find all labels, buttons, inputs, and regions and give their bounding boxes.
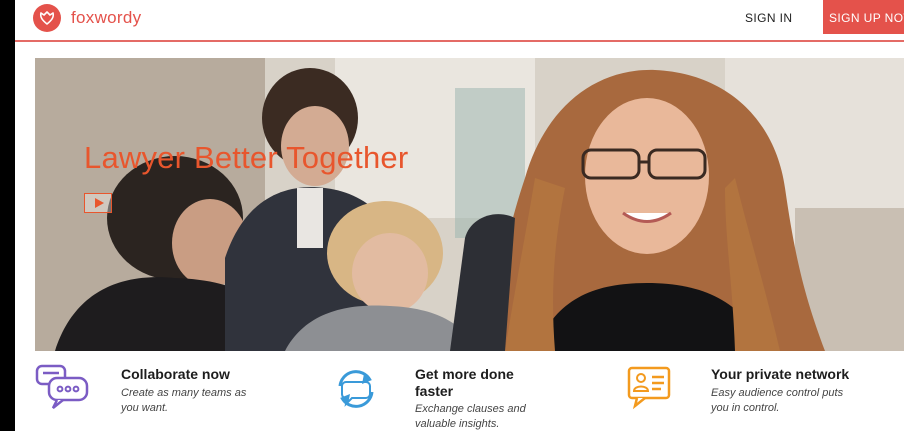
feature-title-line: faster (415, 383, 454, 399)
feature-desc-line: Easy audience control puts (711, 387, 844, 399)
sign-in-link[interactable]: SIGN IN (745, 11, 792, 25)
feature-title-line: Get more done (415, 366, 514, 382)
foxwordy-logo[interactable]: foxwordy (33, 4, 141, 32)
logo-text: foxwordy (71, 8, 142, 27)
feature-title: Your private network (711, 366, 850, 382)
feature-desc-line: you want. (121, 402, 169, 414)
feature-description: Exchange clauses and valuable insights. (415, 402, 526, 431)
feature-desc-line: Exchange clauses and (415, 403, 526, 415)
play-video-button[interactable] (84, 193, 112, 213)
feature-private-network: Your private network Easy audience contr… (627, 362, 897, 431)
hero-title: Lawyer Better Together (84, 140, 409, 175)
feature-title: Collaborate now (121, 366, 230, 382)
feature-collaborate: Collaborate now Create as many teams as … (35, 362, 295, 431)
contact-card-icon (627, 366, 671, 410)
play-icon (94, 198, 104, 208)
feature-title: Get more done faster (415, 366, 514, 400)
feature-description: Easy audience control puts you in contro… (711, 386, 843, 416)
feature-desc-line: valuable insights. (415, 418, 500, 430)
feature-desc-line: you in control. (711, 402, 780, 414)
page-frame: foxwordy SIGN IN SIGN UP NOW (15, 0, 904, 431)
hero-photo (35, 58, 904, 351)
top-navbar: foxwordy SIGN IN SIGN UP NOW (15, 0, 904, 42)
sign-up-button[interactable]: SIGN UP NOW (823, 0, 904, 34)
feature-get-more-done: Get more done faster Exchange clauses an… (328, 362, 598, 431)
chat-bubbles-icon (35, 364, 89, 409)
feature-description: Create as many teams as you want. (121, 386, 246, 416)
fox-logo-icon (33, 4, 61, 32)
refresh-arrows-icon (338, 370, 374, 408)
hero-banner: Lawyer Better Together (35, 58, 904, 351)
feature-desc-line: Create as many teams as (121, 387, 247, 399)
